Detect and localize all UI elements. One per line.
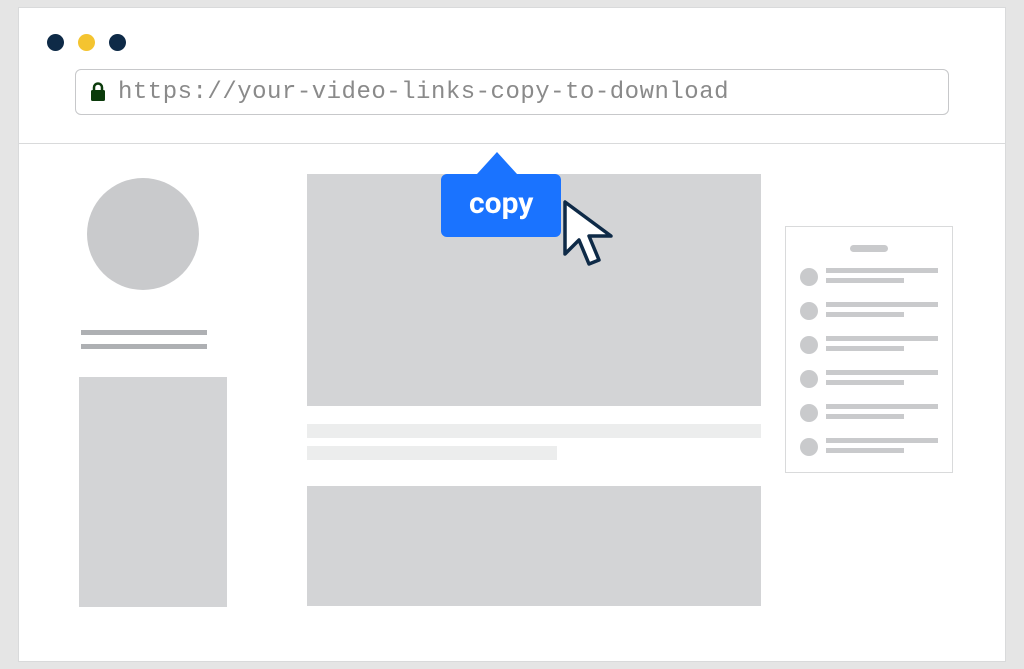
tooltip-arrow-icon [477,152,517,174]
lock-icon [90,82,106,102]
placeholder-line [826,370,938,375]
address-bar-wrap: https://your-video-links-copy-to-downloa… [19,69,1005,143]
list-item-lines [826,302,938,322]
placeholder-line [826,302,938,307]
list-item-lines [826,370,938,390]
list-item [800,302,938,322]
window-control-dot[interactable] [78,34,95,51]
list-item [800,404,938,424]
list-item-avatar-icon [800,438,818,456]
placeholder-line [826,312,904,317]
address-url: https://your-video-links-copy-to-downloa… [118,79,729,106]
placeholder-line [81,344,207,349]
sidebar-panel [785,226,953,473]
window-control-dot[interactable] [109,34,126,51]
list-item [800,438,938,458]
list-item-lines [826,268,938,288]
video-placeholder-2 [307,486,761,606]
panel-header-bar [850,245,888,252]
placeholder-line [826,448,904,453]
list-item [800,336,938,356]
placeholder-line [826,414,904,419]
placeholder-line [826,346,904,351]
placeholder-line [826,336,938,341]
list-item-avatar-icon [800,336,818,354]
copy-button[interactable]: copy [441,174,561,237]
list-item-lines [826,438,938,458]
cursor-icon [559,200,623,278]
list-item-avatar-icon [800,404,818,422]
placeholder-line [307,446,557,460]
description-lines [307,424,761,468]
placeholder-line [307,424,761,438]
address-bar[interactable]: https://your-video-links-copy-to-downloa… [75,69,949,115]
list-item-avatar-icon [800,370,818,388]
placeholder-line [826,278,904,283]
traffic-lights [19,8,1005,69]
copy-tooltip: copy [441,152,561,237]
left-thumbnail [79,377,227,607]
right-column [785,174,981,614]
list-item [800,370,938,390]
placeholder-line [826,268,938,273]
list-item-lines [826,404,938,424]
main-column [307,174,761,614]
list-item-lines [826,336,938,356]
window-control-dot[interactable] [47,34,64,51]
left-column [55,174,283,614]
list-item-avatar-icon [800,302,818,320]
placeholder-line [826,438,938,443]
browser-window: https://your-video-links-copy-to-downloa… [18,7,1006,662]
list-item-avatar-icon [800,268,818,286]
list-item [800,268,938,288]
left-text-lines [81,330,283,349]
placeholder-line [826,404,938,409]
placeholder-line [826,380,904,385]
placeholder-line [81,330,207,335]
avatar-placeholder [87,178,199,290]
